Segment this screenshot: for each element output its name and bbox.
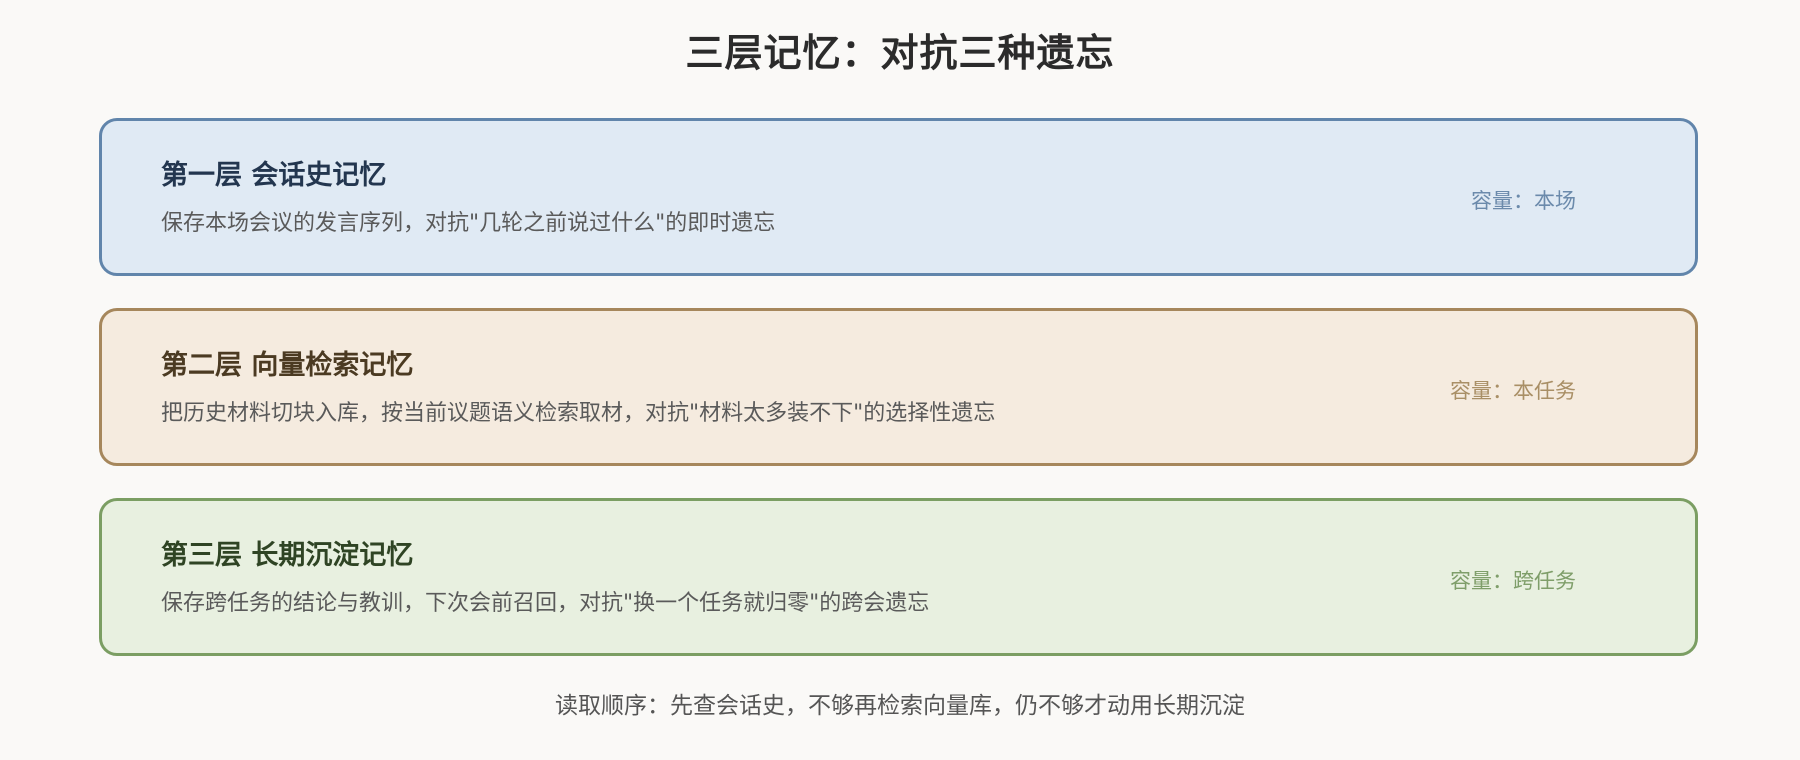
layer-card-session-history: 第一层 会话史记忆 保存本场会议的发言序列，对抗"几轮之前说过什么"的即时遗忘 … [99, 118, 1698, 276]
diagram-title: 三层记忆：对抗三种遗忘 [685, 31, 1115, 75]
layer-card-long-term: 第三层 长期沉淀记忆 保存跨任务的结论与教训，下次会前召回，对抗"换一个任务就归… [99, 498, 1698, 656]
layer-card-vector-retrieval: 第二层 向量检索记忆 把历史材料切块入库，按当前议题语义检索取材，对抗"材料太多… [99, 308, 1698, 466]
layer-title: 第三层 长期沉淀记忆 [161, 540, 414, 571]
layer-title: 第二层 向量检索记忆 [161, 350, 414, 381]
layer-capacity: 容量：本场 [1471, 189, 1576, 213]
layer-description: 保存本场会议的发言序列，对抗"几轮之前说过什么"的即时遗忘 [161, 211, 776, 236]
layer-description: 把历史材料切块入库，按当前议题语义检索取材，对抗"材料太多装不下"的选择性遗忘 [161, 401, 996, 426]
layer-title: 第一层 会话史记忆 [161, 160, 387, 191]
layer-capacity: 容量：本任务 [1450, 379, 1576, 403]
layer-capacity: 容量：跨任务 [1450, 569, 1576, 593]
layer-description: 保存跨任务的结论与教训，下次会前召回，对抗"换一个任务就归零"的跨会遗忘 [161, 591, 930, 616]
read-order-note: 读取顺序：先查会话史，不够再检索向量库，仍不够才动用长期沉淀 [555, 693, 1245, 719]
